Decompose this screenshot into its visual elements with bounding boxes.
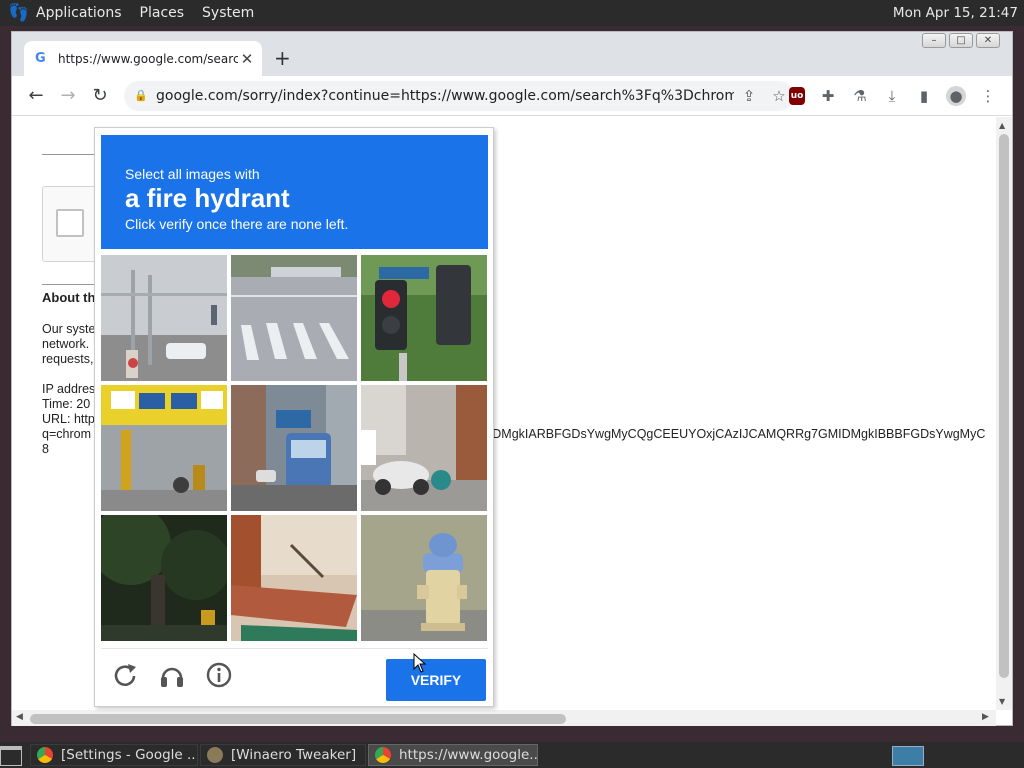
tile-image-gas-station xyxy=(101,385,227,511)
forward-arrow-icon[interactable]: → xyxy=(56,84,80,108)
horizontal-scrollbar[interactable]: ◀ ▶ xyxy=(12,710,996,726)
challenge-footer: VERIFY xyxy=(101,648,488,703)
tile-image-awning xyxy=(231,515,357,641)
address-bar[interactable]: 🔒 google.com/sorry/index?continue=https:… xyxy=(124,81,794,111)
tile-image-scooters xyxy=(361,385,487,511)
captcha-tile-5[interactable] xyxy=(231,385,357,511)
taskbar-item-winaero[interactable]: [Winaero Tweaker] xyxy=(200,744,366,766)
recaptcha-checkbox[interactable] xyxy=(56,209,84,237)
captcha-tile-3[interactable] xyxy=(361,255,487,381)
taskbar-item-label: [Winaero Tweaker] xyxy=(231,747,357,763)
recaptcha-checkbox-widget[interactable] xyxy=(42,186,102,262)
help-info-icon[interactable] xyxy=(205,661,233,689)
tile-image-fire-hydrant xyxy=(361,515,487,641)
chrome-icon xyxy=(375,747,391,763)
challenge-header: Select all images with a fire hydrant Cl… xyxy=(101,135,488,249)
extensions-puzzle-icon[interactable]: ✚ xyxy=(818,86,838,106)
tab-title: https://www.google.com/search?q xyxy=(58,51,238,66)
browser-toolbar: ← → ↻ 🔒 google.com/sorry/index?continue=… xyxy=(12,76,1012,116)
gnome-foot-icon[interactable]: 👣 xyxy=(8,2,30,24)
prompt-instruction: Click verify once there are none left. xyxy=(125,216,349,232)
tab-close-icon[interactable]: ✕ xyxy=(238,50,256,68)
scroll-down-arrow-icon[interactable]: ▼ xyxy=(999,697,1005,706)
about-heading: About th xyxy=(42,290,96,305)
taskbar-item-label: https://www.google... xyxy=(399,747,538,763)
share-icon[interactable]: ⇪ xyxy=(734,87,764,105)
recaptcha-challenge: Select all images with a fire hydrant Cl… xyxy=(94,127,494,707)
vertical-scroll-thumb[interactable] xyxy=(999,134,1009,678)
system-menu[interactable]: System xyxy=(202,5,254,21)
new-tab-button[interactable]: + xyxy=(274,46,291,70)
window-controls: – □ ✕ xyxy=(919,33,1000,48)
side-panel-icon[interactable]: ▮ xyxy=(914,86,934,106)
divider xyxy=(42,154,102,155)
audio-challenge-headphones-icon[interactable] xyxy=(158,661,186,689)
diagnostic-info: IP addres Time: 20 URL: http q=chrom 8 xyxy=(42,382,95,457)
kebab-menu-icon[interactable]: ⋮ xyxy=(978,86,998,106)
places-menu[interactable]: Places xyxy=(140,5,185,21)
minimize-button[interactable]: – xyxy=(922,33,946,48)
url-end-line: 8 xyxy=(42,442,49,456)
taskbar-item-google[interactable]: https://www.google... xyxy=(368,744,538,766)
tile-image-tree-dark xyxy=(101,515,227,641)
winaero-tweaker-icon xyxy=(207,747,223,763)
taskbar-item-label: [Settings - Google ... xyxy=(61,747,198,763)
url-query-string: IlDMgkIARBFGDsYwgMyCQgCEEUYOxjCAzIJCAMQR… xyxy=(486,427,986,441)
mouse-pointer-icon xyxy=(413,653,427,673)
clock[interactable]: Mon Apr 15, 21:47 xyxy=(893,5,1018,21)
back-arrow-icon[interactable]: ← xyxy=(24,84,48,108)
captcha-tile-6[interactable] xyxy=(361,385,487,511)
chrome-icon xyxy=(37,747,53,763)
applications-menu[interactable]: Applications xyxy=(36,5,122,21)
text-line: network. xyxy=(42,337,90,351)
tile-image-traffic-light xyxy=(361,255,487,381)
workspace-switcher[interactable] xyxy=(892,746,924,766)
download-icon[interactable]: ⤓ xyxy=(882,86,902,106)
scroll-left-arrow-icon[interactable]: ◀ xyxy=(16,712,23,722)
scroll-right-arrow-icon[interactable]: ▶ xyxy=(982,712,989,722)
divider xyxy=(42,284,102,285)
url-continuation-line: q=chrom xyxy=(42,427,91,441)
bottom-taskbar: [Settings - Google ... [Winaero Tweaker]… xyxy=(0,742,1024,768)
captcha-tile-8[interactable] xyxy=(231,515,357,641)
show-desktop-icon[interactable] xyxy=(0,746,22,766)
labs-flask-icon[interactable]: ⚗ xyxy=(850,86,870,106)
image-grid xyxy=(101,255,488,642)
text-line: Our syste xyxy=(42,322,96,336)
reload-icon[interactable]: ↻ xyxy=(88,84,112,108)
tile-image-bus-street xyxy=(231,385,357,511)
captcha-tile-4[interactable] xyxy=(101,385,227,511)
scroll-up-arrow-icon[interactable]: ▲ xyxy=(999,121,1005,130)
prompt-target: a fire hydrant xyxy=(125,183,290,213)
vertical-scrollbar[interactable]: ▲ ▼ xyxy=(996,117,1012,710)
ip-address-line: IP addres xyxy=(42,382,96,396)
prompt-line: Select all images with xyxy=(125,166,260,182)
captcha-tile-1[interactable] xyxy=(101,255,227,381)
close-window-button[interactable]: ✕ xyxy=(976,33,1000,48)
text-line: requests, xyxy=(42,352,94,366)
url-text[interactable]: google.com/sorry/index?continue=https://… xyxy=(156,88,734,104)
google-favicon-icon: G xyxy=(35,50,46,66)
lock-icon[interactable]: 🔒 xyxy=(134,89,148,103)
time-line: Time: 20 xyxy=(42,397,91,411)
captcha-tile-9[interactable] xyxy=(361,515,487,641)
tile-image-traffic-poles xyxy=(101,255,227,381)
taskbar-item-settings[interactable]: [Settings - Google ... xyxy=(30,744,198,766)
maximize-button[interactable]: □ xyxy=(949,33,973,48)
url-line: URL: http xyxy=(42,412,95,426)
ublock-origin-icon[interactable]: uo xyxy=(789,87,805,105)
top-panel: 👣 Applications Places System Mon Apr 15,… xyxy=(0,0,1024,26)
reload-challenge-icon[interactable] xyxy=(111,661,139,689)
profile-avatar-icon[interactable]: ● xyxy=(946,86,966,106)
tab-google-search[interactable]: G https://www.google.com/search?q ✕ xyxy=(24,41,262,76)
captcha-tile-2[interactable] xyxy=(231,255,357,381)
tab-strip: G https://www.google.com/search?q ✕ + – … xyxy=(12,32,1012,76)
captcha-tile-7[interactable] xyxy=(101,515,227,641)
about-paragraph: Our syste network. requests, xyxy=(42,322,96,367)
tile-image-crosswalk xyxy=(231,255,357,381)
verify-button[interactable]: VERIFY xyxy=(386,659,486,701)
horizontal-scroll-thumb[interactable] xyxy=(30,714,566,724)
